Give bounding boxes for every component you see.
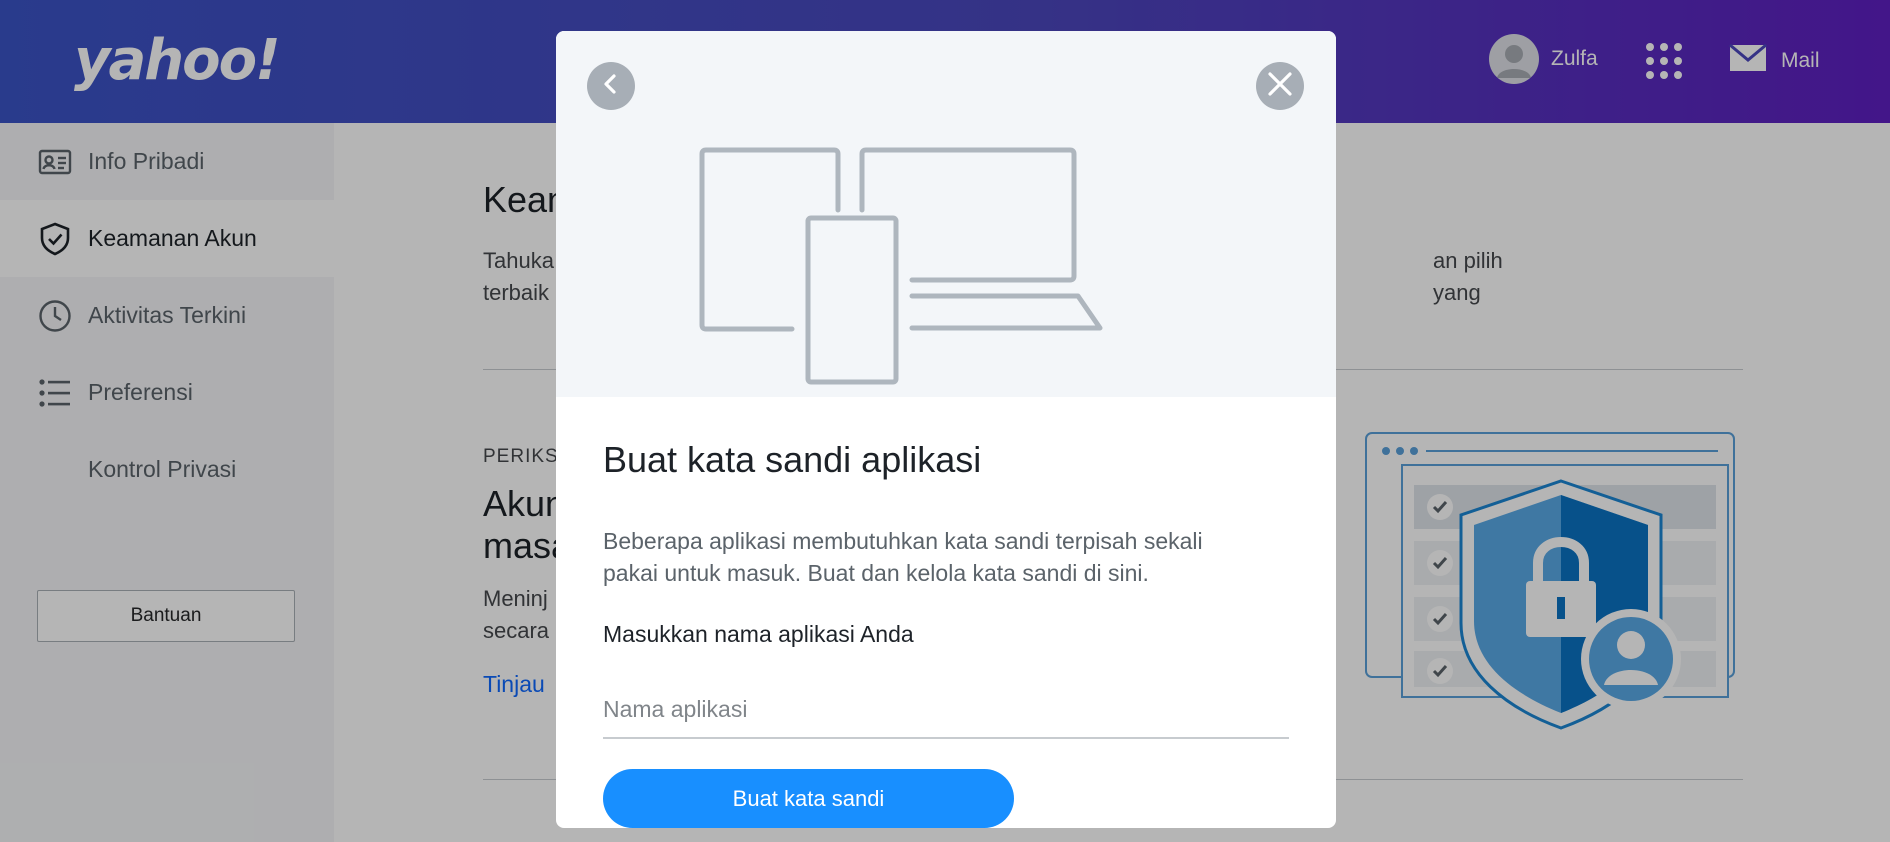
create-app-password-dialog: Buat kata sandi aplikasi Beberapa aplika… (556, 31, 1336, 828)
close-button[interactable] (1256, 62, 1304, 110)
dialog-hero (556, 31, 1336, 397)
dialog-title: Buat kata sandi aplikasi (603, 439, 982, 480)
chevron-left-icon (599, 72, 623, 101)
devices-illustration (696, 116, 1196, 391)
back-button[interactable] (587, 62, 635, 110)
create-password-button[interactable]: Buat kata sandi (603, 769, 1014, 828)
dialog-description: Beberapa aplikasi membutuhkan kata sandi… (603, 528, 1203, 586)
app-name-input[interactable] (603, 681, 1289, 739)
close-icon (1267, 71, 1293, 102)
app-name-label: Masukkan nama aplikasi Anda (603, 621, 914, 647)
